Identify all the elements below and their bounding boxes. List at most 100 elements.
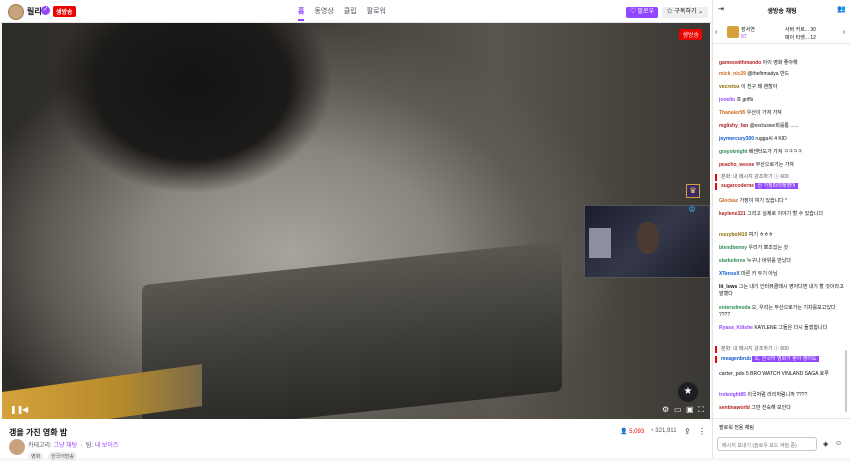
chat-message: mick_nic29 @thefirmadya 반드 <box>719 71 845 78</box>
chat-text: rugga씨 4 KID <box>755 136 787 142</box>
chat-username[interactable]: jonello <box>719 97 735 103</box>
chat-text: 분화: 내 메시지 강조하기 ⓘ 600 <box>721 174 789 180</box>
leaderboard: ‹ 장서연 97 사바 카르... 30 메이 타켓... 12 › <box>713 22 850 44</box>
chat-message: gameswithmando 아이 영화 좋아해 <box>719 60 845 67</box>
viewer-count: 👤 5,093 <box>620 429 645 435</box>
chat-header: ⇥ 생방송 채팅 👥 <box>713 0 850 22</box>
webcam-monitor <box>589 228 611 258</box>
more-icon[interactable]: ⋮ <box>698 427 706 436</box>
player-live-badge: 생방송 <box>679 29 702 40</box>
chat-text: 이국처럼 러리처럼니까 ???? <box>747 392 808 398</box>
chat-text: 여기 ㅎㅎㅎ <box>748 232 774 238</box>
viewer-count-value: 5,093 <box>629 429 645 435</box>
star-fab-button[interactable]: ★ <box>678 382 698 402</box>
chat-username[interactable]: Ryasa_Kilishe <box>719 325 753 331</box>
chat-username[interactable]: vecretos <box>719 84 740 90</box>
chat-username[interactable]: mick_nic29 <box>719 71 746 77</box>
clip-icon[interactable]: ▭ <box>674 405 682 414</box>
chat-message: rezzybol410 여기 ㅎㅎㅎ <box>719 232 845 239</box>
chat-panel: ⇥ 생방송 채팅 👥 ‹ 장서연 97 사바 카르... 30 메이 타켓...… <box>712 0 850 458</box>
chat-messages: gameswithmando 아이 영화 좋아해 mick_nic29 @thef… <box>713 44 850 418</box>
chat-message: sugarcoderne 산 가정파리에영어 <box>715 183 847 190</box>
wave-icon: ♔ <box>688 204 697 214</box>
chat-username[interactable]: Glockaz <box>719 198 738 204</box>
chat-text: 그리고 실제로 이야기 할 수 있습니다 <box>747 211 824 217</box>
follow-button[interactable]: ♡ 팔로우 <box>626 7 658 18</box>
chat-message: 분화: 내 메시지 강조하기 ⓘ 600 <box>715 346 847 353</box>
chevron-left-icon[interactable]: ‹ <box>715 29 717 36</box>
chat-message: treknight85 이국처럼 러리처럼니까 ???? <box>719 392 845 399</box>
chat-text: @exclusive회를통 ...... <box>749 123 799 129</box>
chat-message: graysknight 배센터도가 가져 ㅋㅋㅋㅋ <box>719 149 845 156</box>
chat-text: 그만 진숙해 보인다 <box>751 405 791 411</box>
team-link[interactable]: 내 보이즈 <box>95 443 119 449</box>
chat-text: 가장이 여기 있습니다 * <box>739 198 788 204</box>
chat-message: meagenbrub 오, 한국어 영화가 좋아 영어도 <box>715 356 847 363</box>
tab-videos[interactable]: 동영상 <box>314 6 333 21</box>
chat-username[interactable]: kaylene321 <box>719 211 746 217</box>
chat-message: peacho_wesse 무산으로가는 가져 <box>719 162 845 169</box>
chat-username[interactable]: sugarcoderne <box>721 183 754 189</box>
chat-footer: 팔로워 전용 채팅 ◈ ☺ <box>713 418 850 458</box>
theatre-icon[interactable]: ▣ <box>686 405 694 414</box>
chat-username[interactable]: gameswithmando <box>719 60 761 66</box>
chat-title: 생방송 채팅 <box>767 9 797 15</box>
chat-message: XTenssX 마른 키 두기 아님 <box>719 271 845 278</box>
users-icon[interactable]: 👥 <box>837 5 846 13</box>
chat-text: @thefirmadya 반드 <box>747 71 790 77</box>
chat-username[interactable]: mglishy_fan <box>719 123 748 129</box>
webcam-streamer <box>637 222 659 254</box>
chat-message: entersdmoda 오, 우리는 부산으로가는 기차를보고있다 ???? <box>719 305 845 319</box>
bits-icon[interactable]: ◈ <box>823 440 828 448</box>
player-controls: ❚❚ ◀ ⚙ ▭ ▣ ⛶ <box>2 402 710 419</box>
chat-username[interactable]: peacho_wesse <box>719 162 754 168</box>
chat-username[interactable]: rezzybol410 <box>719 232 747 238</box>
chat-message: jonello 프 griffs <box>719 97 845 104</box>
emote-icon[interactable]: ☺ <box>835 440 842 447</box>
chat-message: elarkeferes 누구나 바위를 만났다 <box>719 258 845 265</box>
chat-username[interactable]: jeymercury300 <box>719 136 754 142</box>
video-player[interactable]: 생방송 <box>2 23 710 419</box>
chat-scrollbar[interactable] <box>845 350 847 412</box>
channel-name[interactable]: 릴리 <box>27 6 42 17</box>
chat-username[interactable]: blendbenny <box>719 245 747 251</box>
category-link[interactable]: 그냥 채팅 <box>53 443 77 449</box>
chat-username[interactable]: Thanaler95 <box>719 110 745 116</box>
chat-message: Glockaz 가장이 여기 있습니다 * <box>719 198 845 205</box>
chat-input[interactable] <box>717 437 817 451</box>
chat-text: 무산으로가는 가져 <box>755 162 794 168</box>
chat-username[interactable]: meagenbrub <box>721 356 751 362</box>
chat-username[interactable]: treknight85 <box>719 392 746 398</box>
webcam-overlay <box>584 205 710 278</box>
chat-message: vecretos 이 친구 왜 괜찮아 <box>719 84 845 91</box>
chat-username[interactable]: carter_pdx <box>719 371 745 377</box>
chat-username[interactable]: entersdmoda <box>719 305 750 311</box>
chat-text: 배센터도가 가져 ㅋㅋㅋㅋ <box>748 149 803 155</box>
chat-username[interactable]: elarkeferes <box>719 258 745 264</box>
tag-chip[interactable]: 한국어방송 <box>48 452 78 461</box>
chat-message: carter_pdx 5 BRO WATCH VINLAND SAGA 호루 <box>719 371 845 378</box>
volume-icon[interactable]: ◀ <box>22 405 28 414</box>
share-icon[interactable]: ⇪ <box>684 427 691 436</box>
tag-chip[interactable]: 영화 <box>28 452 44 461</box>
channel-avatar[interactable] <box>8 4 24 20</box>
channel-tabs: 홈 동영상 클립 팔로워 <box>298 6 386 21</box>
tab-home[interactable]: 홈 <box>298 6 305 21</box>
tab-followers[interactable]: 팔로워 <box>367 6 386 21</box>
subscribe-button[interactable]: ☆ 구독하기 ⌄ <box>662 7 708 18</box>
chat-message: Ryasa_Kilishe KAYLENE 그들은 다시 돌겠합니다 <box>719 325 845 332</box>
stream-title: 갱을 가진 영화 밤 <box>9 428 68 437</box>
tab-clips[interactable]: 클립 <box>344 6 357 21</box>
chat-message: kaylene321 그리고 실제로 이야기 할 수 있습니다 <box>719 211 845 218</box>
chevron-right-icon[interactable]: › <box>843 29 845 36</box>
streamer-avatar[interactable] <box>9 439 25 455</box>
chat-text: 아이 영화 좋아해 <box>762 60 798 66</box>
settings-icon[interactable]: ⚙ <box>662 405 669 414</box>
followers-only-label: 팔로워 전용 채팅 <box>719 425 754 431</box>
chat-username[interactable]: XTenssX <box>719 271 740 277</box>
crown-badge-icon: ♛ <box>686 184 700 198</box>
chat-username[interactable]: sentinaworld <box>719 405 750 411</box>
chat-username[interactable]: lit_lows <box>719 284 737 290</box>
chat-username[interactable]: graysknight <box>719 149 747 155</box>
fullscreen-icon[interactable]: ⛶ <box>698 405 704 415</box>
